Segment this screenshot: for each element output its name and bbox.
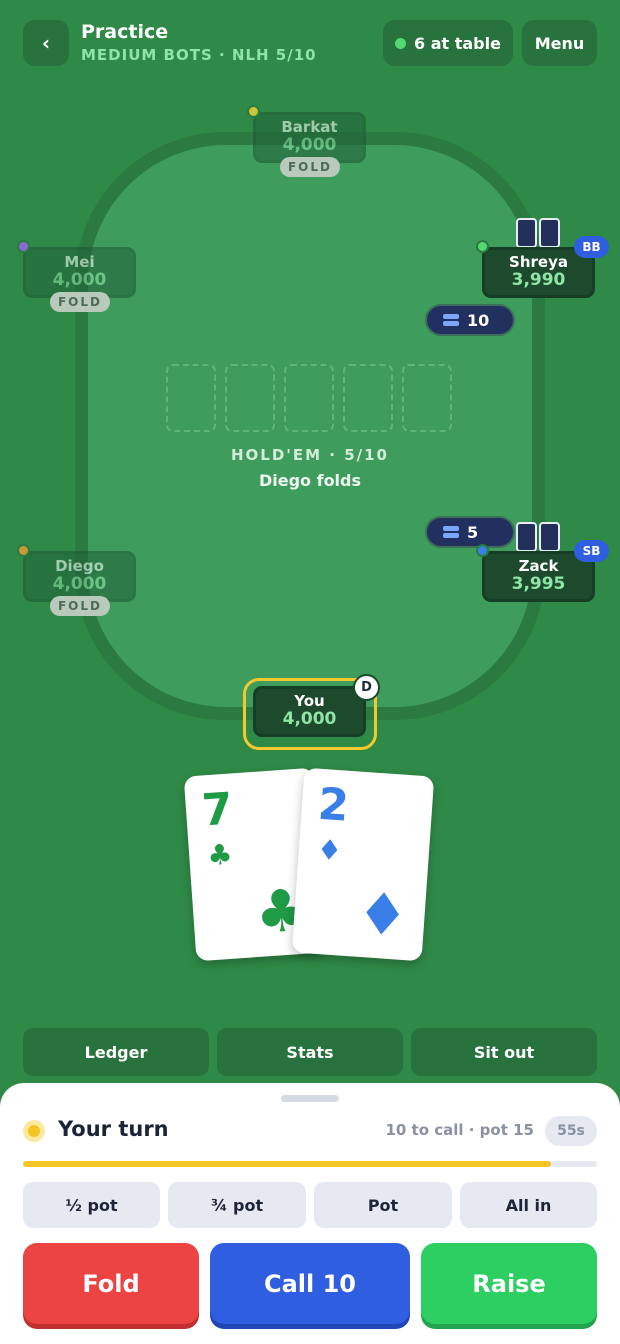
- chips-icon: [443, 526, 459, 538]
- player-dot-icon: [17, 544, 30, 557]
- board-card-slot: [225, 364, 275, 432]
- seat-you[interactable]: You 4,000: [253, 686, 366, 737]
- player-dot-icon: [476, 240, 489, 253]
- seat-mei[interactable]: Mei 4,000: [23, 247, 136, 298]
- seat-barkat[interactable]: Barkat 4,000: [253, 112, 366, 163]
- sit-out-button[interactable]: Sit out: [411, 1028, 597, 1076]
- fold-button[interactable]: Fold: [23, 1243, 199, 1324]
- board-card-slot: [402, 364, 452, 432]
- hole-card-back-icon: [516, 218, 537, 248]
- seat-stack: 4,000: [282, 135, 337, 155]
- fold-badge: FOLD: [50, 292, 110, 312]
- three-quarter-pot-button[interactable]: ¾ pot: [168, 1182, 306, 1228]
- diamonds-icon: ♦: [354, 878, 411, 951]
- turn-timer-fill: [23, 1161, 552, 1167]
- clubs-icon: ♣: [206, 837, 234, 873]
- players-count-label: 6 at table: [414, 33, 501, 53]
- seat-diego[interactable]: Diego 4,000: [23, 551, 136, 602]
- seat-name: Shreya: [509, 253, 568, 271]
- turn-indicator-icon: [23, 1120, 45, 1142]
- half-pot-button[interactable]: ½ pot: [23, 1182, 160, 1228]
- hole-card-back-icon: [516, 522, 537, 552]
- seat-stack: 4,000: [282, 709, 337, 729]
- call-pot-info: 10 to call · pot 15: [385, 1121, 534, 1139]
- ledger-button[interactable]: Ledger: [23, 1028, 209, 1076]
- seat-name: You: [294, 692, 325, 710]
- player-dot-icon: [476, 544, 489, 557]
- seat-stack: 4,000: [52, 574, 107, 594]
- hole-card-back-icon: [539, 522, 560, 552]
- bet-amount: 5: [467, 522, 479, 542]
- seat-stack: 3,990: [511, 270, 566, 290]
- raise-button[interactable]: Raise: [421, 1243, 597, 1324]
- big-blind-badge: BB: [574, 236, 609, 258]
- hole-card-back-icon: [539, 218, 560, 248]
- card-rank: 2: [316, 778, 351, 832]
- diamonds-icon: ♦: [315, 832, 344, 868]
- players-count-button[interactable]: 6 at table: [383, 20, 513, 66]
- board-card-slot: [166, 364, 216, 432]
- seat-stack: 4,000: [52, 270, 107, 290]
- chevron-left-icon: ‹: [41, 31, 51, 55]
- call-button[interactable]: Call 10: [210, 1243, 410, 1324]
- bet-chip-zack: 5: [425, 516, 515, 548]
- online-dot-icon: [395, 37, 407, 49]
- small-blind-badge: SB: [574, 540, 609, 562]
- dealer-button: D: [353, 674, 380, 701]
- pot-button[interactable]: Pot: [314, 1182, 452, 1228]
- seat-name: Barkat: [281, 118, 338, 136]
- page-subtitle: MEDIUM BOTS · NLH 5/10: [81, 46, 317, 64]
- all-in-button[interactable]: All in: [460, 1182, 597, 1228]
- seat-name: Zack: [518, 557, 559, 575]
- fold-badge: FOLD: [50, 596, 110, 616]
- card-rank: 7: [200, 783, 235, 837]
- table-status: Diego folds: [258, 471, 362, 490]
- seat-stack: 3,995: [511, 574, 566, 594]
- hole-card-2-diamonds[interactable]: 2 ♦ ♦: [291, 767, 435, 962]
- chips-icon: [443, 314, 459, 326]
- board-card-slot: [343, 364, 393, 432]
- board-card-slot: [284, 364, 334, 432]
- seat-name: Mei: [64, 253, 95, 271]
- seat-name: Diego: [55, 557, 104, 575]
- game-label: HOLD'EM · 5/10: [230, 446, 389, 464]
- action-sheet: Your turn 10 to call · pot 15 55s ½ pot …: [0, 1083, 620, 1344]
- fold-badge: FOLD: [280, 157, 340, 177]
- turn-timer: 55s: [545, 1116, 597, 1146]
- menu-button[interactable]: Menu: [522, 20, 597, 66]
- bet-chip-shreya: 10: [425, 304, 515, 336]
- sheet-drag-handle[interactable]: [281, 1095, 339, 1102]
- stats-button[interactable]: Stats: [217, 1028, 403, 1076]
- back-button[interactable]: ‹: [23, 20, 69, 66]
- bet-amount: 10: [467, 310, 490, 330]
- turn-timer-bar: [23, 1161, 597, 1167]
- page-title: Practice: [81, 21, 169, 43]
- turn-title: Your turn: [58, 1117, 169, 1141]
- player-dot-icon: [17, 240, 30, 253]
- player-dot-icon: [247, 105, 260, 118]
